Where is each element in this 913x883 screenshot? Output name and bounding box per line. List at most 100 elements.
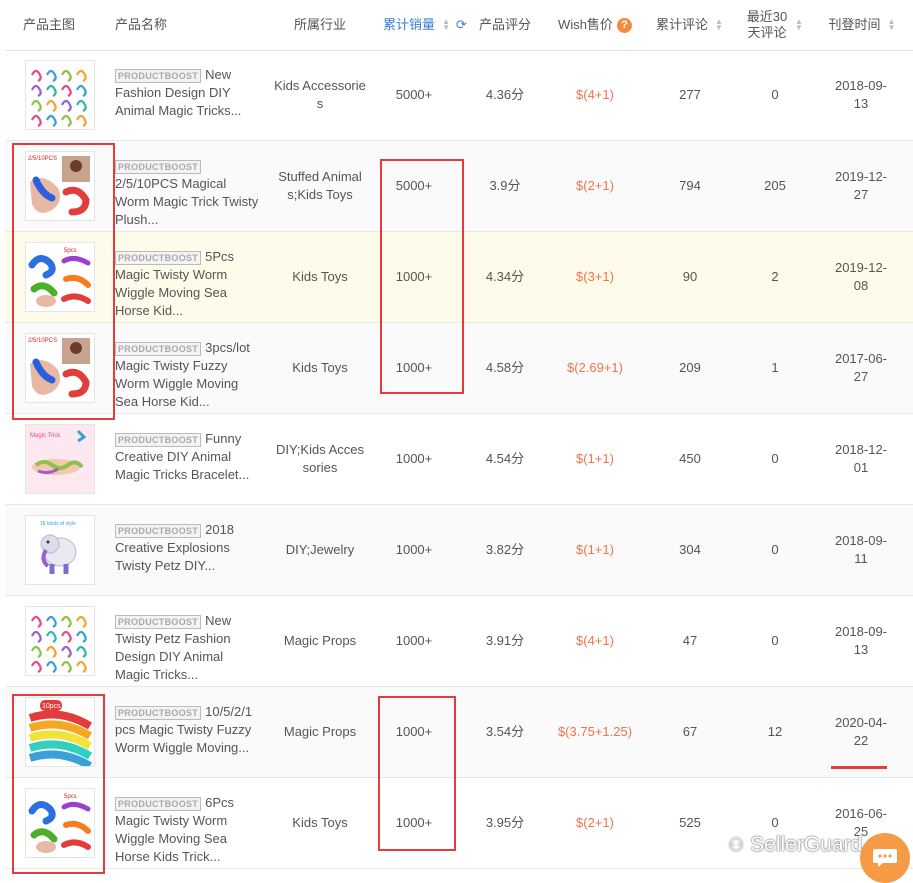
product-name[interactable]: PRODUCTBOOST 3pcs/lot Magic Twisty Fuzzy … <box>115 339 261 411</box>
product-thumbnail[interactable]: 2/5/10PCS <box>25 151 95 221</box>
sales-cell: 1000+ <box>395 633 433 648</box>
price-cell: $(3.75+1.25) <box>557 724 633 739</box>
product-name[interactable]: PRODUCTBOOST New Fashion Design DIY Anima… <box>115 66 261 120</box>
wechat-icon: ⚇ <box>728 834 745 855</box>
header-sales-label[interactable]: 累计销量 <box>383 17 435 33</box>
rating-cell: 3.95分 <box>485 815 525 830</box>
reviews-cell: 209 <box>679 360 701 375</box>
header-image-label: 产品主图 <box>23 17 76 32</box>
rating-cell: 3.91分 <box>485 633 525 648</box>
table-row[interactable]: 10pcs PRODUCTBOOST 10/5/2/1 pcs Magic Twi… <box>5 687 913 778</box>
highlight-underline <box>831 766 887 769</box>
rating-cell: 3.9分 <box>489 178 521 193</box>
header-recent-reviews[interactable]: 最近30天评论 ▲ ▼ <box>740 0 810 50</box>
header-name-label: 产品名称 <box>115 17 168 32</box>
svg-text:5pcs: 5pcs <box>64 794 77 800</box>
product-name-text[interactable]: 2/5/10PCS Magical Worm Magic Trick Twist… <box>115 176 258 227</box>
header-price: Wish售价 ? <box>545 0 645 50</box>
product-name[interactable]: PRODUCTBOOST 2018 Creative Explosions Twi… <box>115 521 261 575</box>
product-thumbnail[interactable] <box>25 606 95 676</box>
productboost-badge: PRODUCTBOOST <box>115 524 202 538</box>
watermark-text: SellerGuard <box>750 833 863 856</box>
header-date-label[interactable]: 刊登时间 <box>828 17 880 33</box>
sort-icon[interactable]: ▲ ▼ <box>441 18 451 32</box>
sales-cell: 1000+ <box>395 269 433 284</box>
price-cell: $(2+1) <box>576 178 614 193</box>
reviews-cell: 304 <box>679 542 701 557</box>
chat-button[interactable] <box>860 833 910 883</box>
date-cell: 2018-12-01 <box>834 442 888 475</box>
date-cell: 2018-09-13 <box>834 78 888 111</box>
product-thumbnail[interactable]: 10pcs <box>25 697 95 767</box>
svg-text:18 kinds of style: 18 kinds of style <box>40 521 76 527</box>
product-name[interactable]: PRODUCTBOOST 5Pcs Magic Twisty Worm Wiggl… <box>115 248 261 320</box>
productboost-badge: PRODUCTBOOST <box>115 706 202 720</box>
table-row[interactable]: 5pcs PRODUCTBOOST 5Pcs Magic Twisty Worm … <box>5 232 913 323</box>
header-rating-label: 产品评分 <box>478 17 531 32</box>
header-sales[interactable]: 累计销量 ▲ ▼ ⟳ <box>375 0 475 50</box>
rating-cell: 4.58分 <box>485 360 525 375</box>
sales-cell: 1000+ <box>395 724 433 739</box>
svg-text:2/5/10PCS: 2/5/10PCS <box>28 338 57 344</box>
date-cell: 2020-04-22 <box>834 715 888 748</box>
header-date[interactable]: 刊登时间 ▲ ▼ <box>820 0 905 50</box>
refresh-icon[interactable]: ⟳ <box>456 17 467 33</box>
table-row[interactable]: 18 kinds of style PRODUCTBOOST 2018 Creat… <box>5 505 913 596</box>
productboost-badge: PRODUCTBOOST <box>115 433 202 447</box>
table-row[interactable]: 2/5/10PCS PRODUCTBOOST 2/5/10PCS Magical … <box>5 141 913 232</box>
table-row[interactable]: PRODUCTBOOST New Twisty Petz Fashion Desi… <box>5 596 913 687</box>
industry-cell: Kids Toys <box>292 269 348 284</box>
reviews-cell: 67 <box>682 724 698 739</box>
recent-reviews-cell: 12 <box>767 724 783 739</box>
header-recent-reviews-label[interactable]: 最近30天评论 <box>746 9 788 41</box>
productboost-badge: PRODUCTBOOST <box>115 342 202 356</box>
reviews-cell: 794 <box>679 178 701 193</box>
product-name[interactable]: PRODUCTBOOST Funny Creative DIY Animal Ma… <box>115 430 261 484</box>
price-cell: $(1+1) <box>576 451 614 466</box>
rating-cell: 4.36分 <box>485 87 525 102</box>
product-thumbnail[interactable]: 2/5/10PCS <box>25 333 95 403</box>
sort-icon[interactable]: ▲ ▼ <box>714 18 724 32</box>
date-cell: 2018-09-13 <box>834 624 888 657</box>
sort-icon[interactable]: ▲ ▼ <box>887 18 897 32</box>
rating-cell: 4.34分 <box>485 269 525 284</box>
svg-text:Magic Trick: Magic Trick <box>30 433 61 439</box>
watermark: ⚇ SellerGuard <box>728 833 862 857</box>
table-row[interactable]: PRODUCTBOOST New Fashion Design DIY Anima… <box>5 50 913 141</box>
header-industry-label: 所属行业 <box>293 17 346 32</box>
svg-text:5pcs: 5pcs <box>64 248 77 254</box>
product-name[interactable]: PRODUCTBOOST 10/5/2/1 pcs Magic Twisty Fu… <box>115 703 261 757</box>
reviews-cell: 90 <box>682 269 698 284</box>
sort-icon[interactable]: ▲ ▼ <box>794 18 804 32</box>
price-cell: $(3+1) <box>576 269 614 284</box>
sales-cell: 5000+ <box>395 178 433 193</box>
table-row[interactable]: 2/5/10PCS PRODUCTBOOST 3pcs/lot Magic Twi… <box>5 323 913 414</box>
product-thumbnail[interactable] <box>25 60 95 130</box>
product-name[interactable]: PRODUCTBOOST 2/5/10PCS Magical Worm Magic… <box>115 157 261 229</box>
product-name[interactable]: PRODUCTBOOST New Twisty Petz Fashion Desi… <box>115 612 261 684</box>
product-thumbnail[interactable]: 18 kinds of style <box>25 515 95 585</box>
recent-reviews-cell: 2 <box>771 269 779 284</box>
header-image: 产品主图 <box>23 0 93 50</box>
recent-reviews-cell: 205 <box>764 178 786 193</box>
product-thumbnail[interactable]: 5pcs <box>25 788 95 858</box>
sales-cell: 1000+ <box>395 451 433 466</box>
help-icon[interactable]: ? <box>616 17 632 33</box>
header-name: 产品名称 <box>115 0 235 50</box>
industry-cell: Magic Props <box>283 633 357 648</box>
table-row[interactable]: Magic Trick PRODUCTBOOST Funny Creative D… <box>5 414 913 505</box>
sales-cell: 1000+ <box>395 360 433 375</box>
table-header: 产品主图 产品名称 所属行业 累计销量 ▲ ▼ ⟳ 产品评分 Wish售价 ? 累… <box>5 0 913 51</box>
reviews-cell: 525 <box>679 815 701 830</box>
industry-cell: Stuffed Animals;Kids Toys <box>278 169 362 202</box>
productboost-badge: PRODUCTBOOST <box>115 615 202 629</box>
recent-reviews-cell: 0 <box>771 87 779 102</box>
product-name[interactable]: PRODUCTBOOST 6Pcs Magic Twisty Worm Wiggl… <box>115 794 261 866</box>
rating-cell: 3.82分 <box>485 542 525 557</box>
product-thumbnail[interactable]: 5pcs <box>25 242 95 312</box>
header-reviews[interactable]: 累计评论 ▲ ▼ <box>650 0 730 50</box>
industry-cell: DIY;Jewelry <box>285 542 355 557</box>
header-reviews-label[interactable]: 累计评论 <box>656 17 708 33</box>
product-thumbnail[interactable]: Magic Trick <box>25 424 95 494</box>
recent-reviews-cell: 0 <box>771 542 779 557</box>
